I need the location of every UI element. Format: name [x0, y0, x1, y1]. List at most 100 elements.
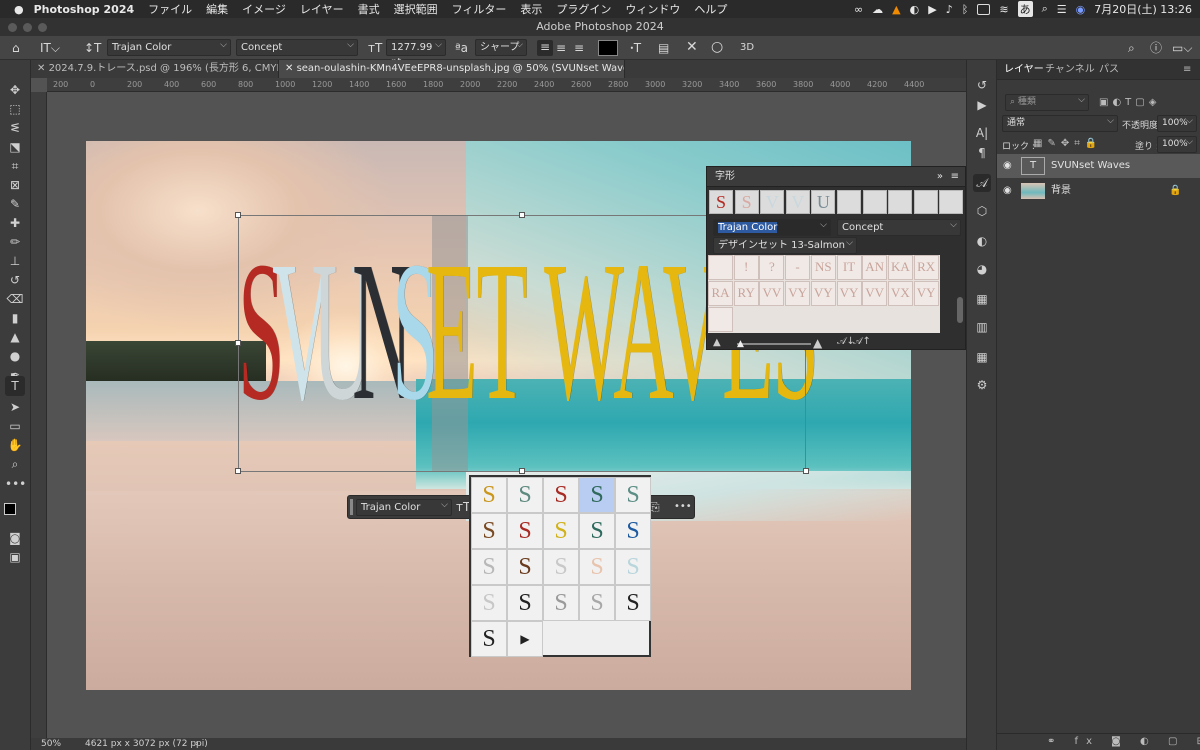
alternate-glyph-cell[interactable]: S	[615, 477, 651, 513]
menu-select[interactable]: 選択範囲	[394, 1, 438, 17]
layer-row[interactable]: ◉ 背景 🔒	[997, 179, 1200, 203]
horizontal-ruler[interactable]: 200 0 200 400 600 800 1000 1200 1400 1600 1800 2000…	[47, 78, 966, 92]
glyph-cell[interactable]: RX	[913, 255, 939, 280]
menu-image[interactable]: イメージ	[242, 1, 286, 17]
alternate-glyph-cell[interactable]: S	[543, 513, 579, 549]
glyph-cell[interactable]: VY	[785, 281, 811, 306]
character-panel-icon[interactable]: ▤	[658, 41, 669, 55]
transform-handle[interactable]	[519, 212, 525, 218]
alternate-glyph-cell[interactable]: S	[615, 549, 651, 585]
glyphs-panel-icon[interactable]: 𝒜	[973, 174, 991, 192]
recent-glyph-cell[interactable]	[862, 190, 887, 214]
alternate-glyph-cell[interactable]: S	[543, 549, 579, 585]
ime-indicator[interactable]: あ	[1017, 1, 1033, 17]
gradients-panel-icon[interactable]: ▥	[973, 318, 991, 336]
brush-tool-icon[interactable]: ✏	[5, 232, 25, 252]
type-tool-preset-icon[interactable]: IT⌵	[40, 41, 60, 55]
panel-menu-icon[interactable]: ≡	[1183, 60, 1191, 80]
frame-tool-icon[interactable]: ⊠	[5, 175, 25, 195]
alternate-glyph-cell[interactable]: S	[471, 549, 507, 585]
glyph-cell[interactable]: VY	[836, 281, 862, 306]
alternate-glyph-cell[interactable]: S	[615, 513, 651, 549]
battery-icon[interactable]	[977, 3, 991, 15]
history-brush-tool-icon[interactable]: ↺	[5, 270, 25, 290]
zoom-window-button[interactable]	[38, 23, 47, 32]
foreground-color-swatch[interactable]	[4, 503, 16, 515]
toggle-orientation-icon[interactable]: ↕T	[84, 41, 101, 55]
recent-glyph-cell[interactable]	[837, 190, 861, 214]
eyedropper-tool-icon[interactable]: ✎	[5, 194, 25, 214]
tab-trace-psd[interactable]: ✕ 2024.7.9.トレース.psd @ 196% (長方形 6, CMYK/…	[31, 60, 279, 78]
alternate-glyph-cell[interactable]: S	[507, 477, 543, 513]
blend-mode-select[interactable]: 通常	[1002, 114, 1118, 132]
clock[interactable]: 7月20日(土) 13:26	[1094, 1, 1192, 17]
search-icon[interactable]: ⌕	[1042, 2, 1048, 16]
wifi-icon[interactable]: ≋	[999, 3, 1008, 16]
alternate-glyph-cell[interactable]: S	[579, 477, 615, 513]
glyph-cell[interactable]: AN	[862, 255, 888, 280]
glyph-cell[interactable]: VY	[810, 281, 836, 306]
glyph-cell[interactable]: NS	[810, 255, 836, 280]
healing-brush-tool-icon[interactable]: ✚	[5, 213, 25, 233]
properties-panel-icon[interactable]: ⚙	[973, 376, 991, 394]
glyphs-font-select[interactable]: Trajan Color	[713, 218, 831, 236]
glyph-cell[interactable]: -	[785, 255, 811, 280]
context-more-button[interactable]: •••	[674, 500, 692, 514]
alternate-glyph-cell[interactable]: S	[471, 513, 507, 549]
swatches-panel-icon[interactable]: ▦	[973, 290, 991, 308]
actions-panel-icon[interactable]: ▶	[973, 96, 991, 114]
glyph-cell[interactable]: ?	[759, 255, 785, 280]
glyph-size-slider[interactable]	[737, 343, 811, 345]
path-selection-tool-icon[interactable]: ➤	[5, 397, 25, 417]
zoom-level[interactable]: 50%	[41, 738, 61, 750]
menu-edit[interactable]: 編集	[206, 1, 228, 17]
apple-icon[interactable]: ●	[14, 3, 24, 16]
large-glyph-icon[interactable]: ▲	[813, 336, 822, 350]
search-icon[interactable]: ⌕	[1128, 41, 1135, 55]
move-tool-icon[interactable]: ✥	[5, 80, 25, 100]
visibility-eye-icon[interactable]: ◉	[1003, 179, 1012, 203]
gradient-tool-icon[interactable]: ▮	[5, 308, 25, 328]
close-window-button[interactable]	[8, 23, 17, 32]
vlc-icon[interactable]: ▲	[892, 3, 900, 16]
adjustments-panel-icon[interactable]: ◐	[973, 232, 991, 250]
glyphs-set-select[interactable]: デザインセット 13-Salmon	[713, 236, 857, 254]
fill-input[interactable]: 100%	[1157, 135, 1197, 153]
glyph-size-slider-knob[interactable]: ▲	[737, 339, 744, 349]
help-icon[interactable]: ⓘ	[1150, 41, 1162, 55]
alternate-glyph-cell[interactable]: S	[579, 585, 615, 621]
more-tools-icon[interactable]: •••	[5, 474, 26, 494]
layer-filter-search[interactable]: ⌕ 種類	[1005, 93, 1089, 111]
glyph-cell[interactable]: IT	[836, 255, 862, 280]
collapse-icon[interactable]: »	[937, 167, 943, 187]
alternate-glyph-cell[interactable]: S	[579, 513, 615, 549]
recent-glyph-cell[interactable]: S	[734, 190, 759, 214]
alternate-glyph-cell[interactable]: S	[615, 585, 651, 621]
menu-layer[interactable]: レイヤー	[300, 1, 344, 17]
font-style-select[interactable]: Concept	[236, 38, 358, 56]
alternate-glyph-cell[interactable]: S	[507, 549, 543, 585]
drag-handle[interactable]	[350, 499, 353, 515]
alternate-glyph-cell[interactable]: S	[471, 477, 507, 513]
blur-tool-icon[interactable]: ▲	[5, 327, 25, 347]
lasso-tool-icon[interactable]: ᓬ	[5, 118, 25, 138]
glyph-cell[interactable]	[708, 307, 733, 332]
patterns-panel-icon[interactable]: ▦	[973, 348, 991, 366]
3d-button[interactable]: 3D	[740, 41, 754, 55]
opacity-input[interactable]: 100%	[1157, 114, 1197, 132]
alternate-glyph-cell[interactable]: S	[507, 585, 543, 621]
glyph-cell[interactable]: VX	[887, 281, 913, 306]
glyph-cell[interactable]: VV	[759, 281, 785, 306]
clone-stamp-tool-icon[interactable]: ⊥	[5, 251, 25, 271]
tab-beach-jpg[interactable]: ✕ sean-oulashin-KMn4VEeEPR8-unsplash.jpg…	[279, 60, 625, 78]
menu-view[interactable]: 表示	[520, 1, 542, 17]
tab-close-icon[interactable]: ✕	[37, 63, 49, 74]
crop-tool-icon[interactable]: ⌗	[5, 156, 25, 176]
play-icon[interactable]: ▶	[928, 3, 936, 16]
align-center-icon[interactable]: ≡	[556, 41, 566, 55]
context-link-icon[interactable]: ⎘	[650, 500, 660, 514]
rectangle-tool-icon[interactable]: ▭	[5, 416, 25, 436]
alternate-glyph-cell[interactable]: S	[471, 621, 507, 657]
glyphs-scrollbar[interactable]	[957, 297, 963, 323]
transform-handle[interactable]	[235, 340, 241, 346]
